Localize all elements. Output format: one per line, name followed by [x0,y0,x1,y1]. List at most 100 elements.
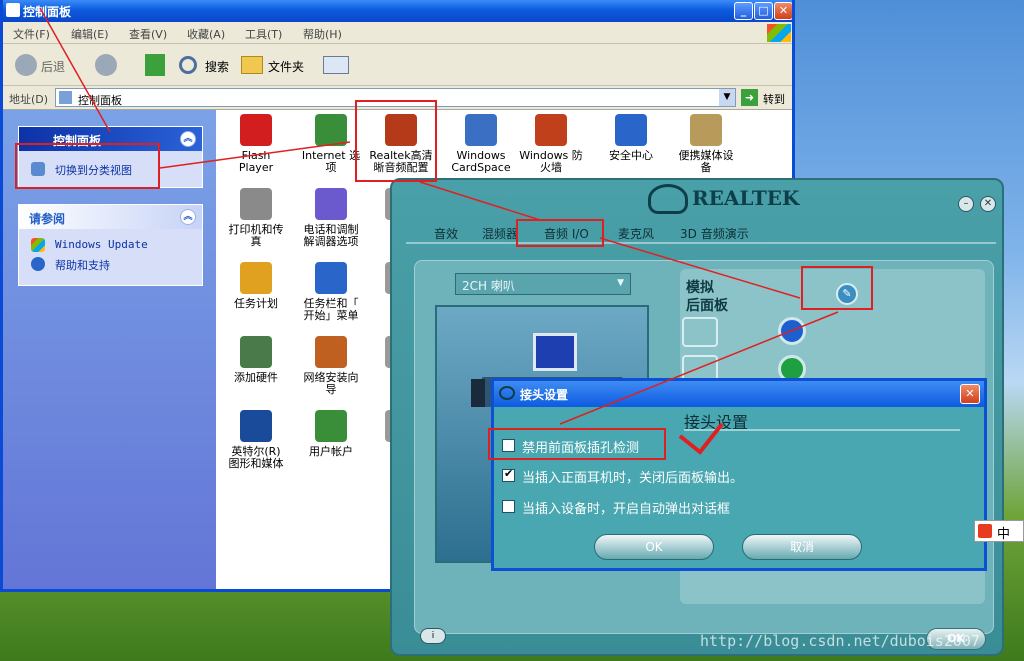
menu-help[interactable]: 帮助(H) [303,26,342,42]
help-support-link[interactable]: 帮助和支持 [19,254,202,276]
watermark: http://blog.csdn.net/dubois2007 [700,632,980,650]
cp-item-printer[interactable]: 打印机和传 真 [216,188,296,248]
back-arrow-icon[interactable] [15,54,37,76]
cp-item-portable-media[interactable]: 便携媒体设 备 [666,114,746,174]
cp-item-intel-graphics[interactable]: 英特尔(R) 图形和媒体 [216,410,296,470]
back-panel-label: 后面板 [686,298,728,314]
taskbar-icon [315,262,347,294]
user-accounts-icon [315,410,347,442]
folders-icon[interactable] [241,56,263,74]
portable-media-icon [690,114,722,146]
cp-item-label: Windows CardSpace [451,149,511,174]
close-button[interactable]: ✕ [774,2,792,20]
annotation-box-switch-view [15,143,160,189]
control-panel-small-icon [59,91,72,104]
cp-item-add-hardware[interactable]: 添加硬件 [216,336,296,384]
mute-rear-label: 当插入正面耳机时，关闭后面板输出。 [522,471,744,486]
menu-favorites[interactable]: 收藏(A) [187,26,225,42]
folders-button[interactable]: 文件夹 [268,58,304,75]
monitor-icon [533,333,577,371]
see-also-title: 请参阅 ︽ [19,205,202,229]
annotation-box-wrench [801,266,873,310]
cardspace-icon [465,114,497,146]
cp-item-taskbar[interactable]: 任务栏和「 开始」菜单 [291,262,371,322]
go-arrow-icon[interactable]: ➜ [741,89,758,106]
windows-update-label: Windows Update [55,238,148,251]
auto-popup-label: 当插入设备时，开启自动弹出对话框 [522,502,731,517]
windows-logo-icon [767,24,791,42]
connector-settings-dialog: 接头设置 ✕ 接头设置 禁用前面板插孔检测 当插入正面耳机时，关闭后面板输出。 … [491,378,987,571]
search-button[interactable]: 搜索 [205,58,229,75]
title-bar[interactable]: 控制面板 _ □ ✕ [3,0,792,22]
auto-popup-checkbox[interactable] [502,500,515,513]
windows-update-icon [31,238,45,252]
analog-label: 模拟 [686,280,714,296]
maximize-button[interactable]: □ [754,2,773,20]
line-in-device-icon [682,317,718,347]
cp-item-network-setup[interactable]: 网络安装向 导 [291,336,371,396]
intel-graphics-icon [240,410,272,442]
cp-item-phone-modem[interactable]: 电话和调制 解调器选项 [291,188,371,248]
go-button[interactable]: 转到 [763,91,785,107]
heading-divider [684,429,960,431]
menu-edit[interactable]: 编辑(E) [71,26,109,42]
blue-jack-icon[interactable] [778,317,806,345]
dialog-title-bar[interactable]: 接头设置 [494,381,984,407]
realtek-close-button[interactable]: ✕ [980,196,996,212]
realtek-tab-bar: 音效 混频器 音频 I/O 麦克风 3D 音频演示 [406,222,996,244]
cp-item-label: 电话和调制 解调器选项 [303,223,359,248]
cp-item-firewall[interactable]: Windows 防 火墙 [511,114,591,174]
realtek-minimize-button[interactable]: – [958,196,974,212]
dialog-ok-button[interactable]: OK [594,534,714,560]
sogou-icon [978,524,992,538]
address-dropdown-icon[interactable]: ▼ [719,89,735,106]
cp-item-label: 打印机和传 真 [228,223,284,248]
realtek-logo: REALTEK [692,186,800,210]
phone-modem-icon [315,188,347,220]
tab-3d-demo[interactable]: 3D 音频演示 [680,225,749,242]
flash-icon [240,114,272,146]
menu-file[interactable]: 文件(F) [13,26,50,42]
cp-item-user-accounts[interactable]: 用户帐户 [291,410,371,458]
cp-item-label: 用户帐户 [309,445,353,458]
cp-item-task-scheduler[interactable]: 任务计划 [216,262,296,310]
address-value: 控制面板 [78,94,122,107]
tab-mixer[interactable]: 混频器 [482,225,518,242]
forward-arrow-icon[interactable] [95,54,117,76]
window-title: 控制面板 [23,5,72,19]
info-icon[interactable]: i [420,628,446,644]
dialog-close-button[interactable]: ✕ [960,384,980,404]
toolbar: 后退 搜索 文件夹 [3,44,792,86]
annotation-box-audio-io-tab [516,219,604,247]
cp-item-label: 安全中心 [609,149,653,162]
firewall-icon [535,114,567,146]
ime-mode-label: 中 [997,527,1011,542]
collapse-chevron-icon[interactable]: ︽ [180,209,196,225]
cp-item-cardspace[interactable]: Windows CardSpace [441,114,521,174]
menu-tools[interactable]: 工具(T) [245,26,282,42]
back-button[interactable]: 后退 [41,58,65,75]
mute-rear-checkbox[interactable] [502,467,515,482]
search-icon[interactable] [179,56,197,74]
views-icon[interactable] [323,56,349,74]
cp-item-security-center[interactable]: 安全中心 [591,114,671,162]
up-folder-icon[interactable] [145,54,165,76]
tab-sound-effects[interactable]: 音效 [434,225,458,242]
speaker-config-select[interactable]: 2CH 喇叭 ▼ [455,273,631,295]
ime-indicator[interactable]: 中 [974,520,1024,542]
dialog-cancel-button[interactable]: 取消 [742,534,862,560]
minimize-button[interactable]: _ [734,2,753,20]
cp-item-label: 任务计划 [234,297,278,310]
collapse-chevron-icon[interactable]: ︽ [180,131,196,147]
windows-update-link[interactable]: Windows Update [19,235,202,254]
task-scheduler-icon [240,262,272,294]
cp-item-label: Windows 防 火墙 [519,149,583,174]
menu-view[interactable]: 查看(V) [129,26,167,42]
tab-microphone[interactable]: 麦克风 [618,225,654,242]
address-label: 地址(D) [9,93,49,106]
cp-item-label: 便携媒体设 备 [678,149,734,174]
annotation-box-realtek-icon [355,100,437,182]
see-also-label: 请参阅 [29,212,66,226]
cp-item-flash[interactable]: Flash Player [216,114,296,174]
dialog-title: 接头设置 [520,388,569,402]
